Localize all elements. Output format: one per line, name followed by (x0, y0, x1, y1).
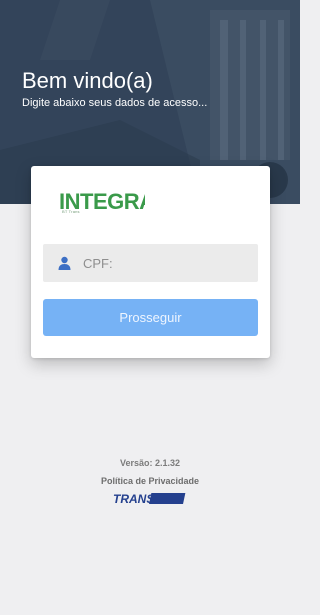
cpf-input[interactable] (83, 244, 253, 282)
brand-text: TRANSOFT (113, 492, 180, 506)
user-icon (58, 256, 71, 270)
login-card: INTEGRA BT Trans Prosseguir (31, 166, 270, 358)
logo-subtitle: BT Trans (62, 209, 80, 214)
app-version: Versão: 2.1.32 (119, 458, 181, 468)
transoft-logo: TRANSOFT (113, 492, 186, 506)
proceed-button[interactable]: Prosseguir (43, 299, 258, 336)
cpf-field[interactable] (43, 244, 258, 282)
welcome-title: Bem vindo(a) (22, 68, 153, 93)
privacy-policy-link[interactable]: Política de Privacidade (0, 476, 300, 486)
welcome-subtitle: Digite abaixo seus dados de acesso... (22, 97, 208, 109)
